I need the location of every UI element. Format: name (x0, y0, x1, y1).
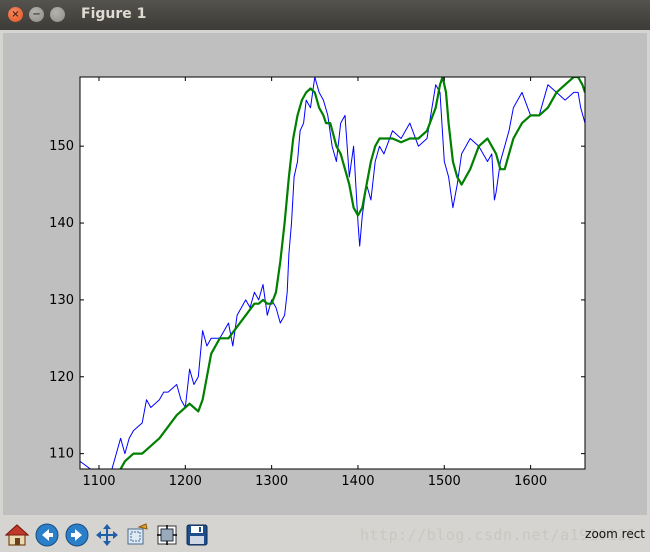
y-tick-label: 130 (49, 293, 74, 308)
forward-button[interactable] (64, 522, 90, 548)
forward-icon (65, 523, 89, 547)
save-icon (186, 524, 208, 546)
x-tick-label: 1400 (341, 474, 374, 489)
window-title: Figure 1 (81, 6, 147, 22)
zoom-button[interactable] (124, 522, 150, 548)
configure-subplots-button[interactable] (154, 522, 180, 548)
home-icon (5, 524, 29, 546)
figure-background[interactable]: 1100 1200 1300 1400 1500 1600 110 120 130 140 150 (3, 33, 647, 515)
back-icon (35, 523, 59, 547)
x-tick-label: 1200 (169, 474, 202, 489)
pan-icon (96, 524, 118, 546)
pan-button[interactable] (94, 522, 120, 548)
save-button[interactable] (184, 522, 210, 548)
y-tick-label: 110 (49, 447, 74, 462)
navigation-toolbar: http://blog.csdn.net/a1919125 zoom rect (0, 518, 650, 552)
x-tick-label: 1300 (255, 474, 288, 489)
window-titlebar: × − Figure 1 (0, 0, 650, 30)
status-message: zoom rect (585, 527, 645, 541)
window-close-button[interactable]: × (8, 7, 23, 22)
back-button[interactable] (34, 522, 60, 548)
y-tick-label: 120 (49, 370, 74, 385)
configure-subplots-icon (157, 525, 177, 545)
x-tick-label: 1100 (82, 474, 115, 489)
window-maximize-button[interactable] (50, 7, 65, 22)
axes-background[interactable] (80, 77, 585, 469)
x-tick-label: 1600 (514, 474, 547, 489)
zoom-icon (127, 523, 148, 545)
y-tick-label: 150 (49, 139, 74, 154)
figure-canvas-area[interactable]: 1100 1200 1300 1400 1500 1600 110 120 130 140 150 (0, 30, 650, 518)
y-tick-label: 140 (49, 216, 74, 231)
window-minimize-button[interactable]: − (29, 7, 44, 22)
x-tick-label: 1500 (428, 474, 461, 489)
plot-svg[interactable]: 1100 1200 1300 1400 1500 1600 110 120 130 140 150 (3, 33, 647, 515)
home-button[interactable] (4, 522, 30, 548)
